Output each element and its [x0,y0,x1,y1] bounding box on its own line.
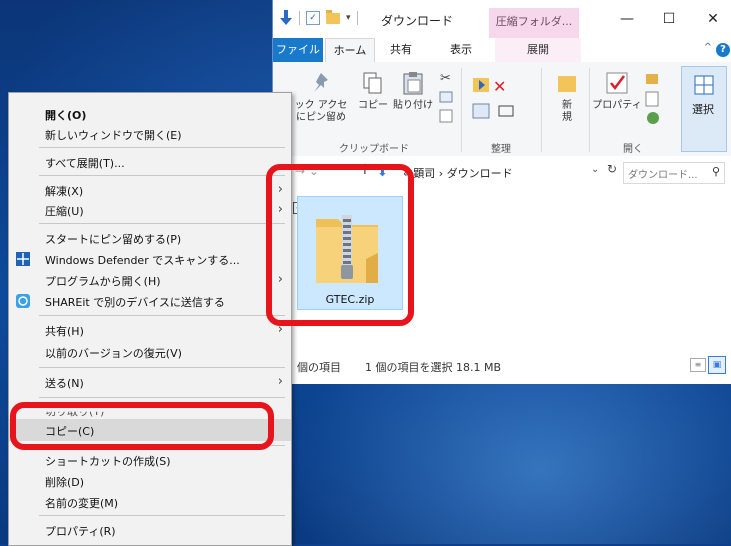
menu-item-defender-scan[interactable]: Windows Defender でスキャンする... [9,248,291,270]
menu-separator [39,223,285,224]
paste-button[interactable]: 貼り付け [391,70,435,112]
menu-item-decompress[interactable]: 解凍(X) › [9,179,291,201]
compressed-folder-tools-tab[interactable]: 圧縮フォルダ... [489,8,579,38]
copy-button[interactable]: コピー [357,70,389,112]
menu-item-properties[interactable]: プロパティ(R) [9,519,291,541]
svg-text:✂: ✂ [440,71,451,86]
address-path: « 顕司 › ダウンロード [403,167,513,180]
toolbar-separator [356,11,358,25]
menu-separator [39,515,285,516]
menu-separator [39,397,285,398]
tab-file[interactable]: ファイル [273,38,323,62]
menu-item-open-with[interactable]: プログラムから開く(H) › [9,269,291,291]
menu-separator [39,147,285,148]
windows-defender-shield-icon [16,252,30,266]
tab-home[interactable]: ホーム [325,38,375,63]
ribbon-tab-bar: ファイル ホーム 共有 表示 展開 ^ ? [273,38,731,63]
pin-to-quick-access-button[interactable]: ック アクセ にピン留め [289,70,353,124]
paste-clipboard-icon [403,72,423,95]
minimize-button[interactable]: — [615,8,639,30]
selection-info: 1 個の項目を選択 18.1 MB [365,361,502,374]
item-count: 個の項目 [297,361,341,374]
download-arrow-icon [280,10,292,25]
menu-item-delete[interactable]: 削除(D) [9,470,291,492]
close-button[interactable]: ✕ [701,8,725,30]
status-bar: 個の項目 1 個の項目を選択 18.1 MB ≡ ▣ [273,346,731,384]
submenu-arrow-icon: › [277,374,283,389]
ribbon-separator [541,68,542,152]
svg-text:✕: ✕ [493,77,506,96]
context-menu: 開く(O) 新しいウィンドウで開く(E) すべて展開(T)... 解凍(X) ›… [8,92,292,546]
address-dropdown-icon[interactable]: ⌄ [591,164,599,175]
ribbon-separator [589,68,590,152]
maximize-button[interactable]: ☐ [657,8,681,30]
tab-share[interactable]: 共有 [381,38,421,62]
menu-item-create-shortcut[interactable]: ショートカットの作成(S) [9,449,291,471]
menu-item-open[interactable]: 開く(O) [9,103,291,125]
clipboard-small-icons: ✂ [439,71,453,123]
tab-view[interactable]: 表示 [441,38,481,62]
shareit-icon [16,294,30,308]
new-folder-icon [558,76,576,92]
menu-separator [39,315,285,316]
collapse-ribbon-icon[interactable]: ^ [704,42,712,53]
properties-checkmark-icon [606,72,628,94]
select-button[interactable]: 選択 [681,66,727,152]
select-label: 選択 [692,103,714,116]
menu-separator [39,175,285,176]
organize-icons: ✕ [472,77,514,119]
toolbar-separator [299,11,300,25]
menu-separator [39,367,285,368]
menu-item-compress[interactable]: 圧縮(U) › [9,199,291,221]
menu-item-pin-to-start[interactable]: スタートにピン留めする(P) [9,227,291,249]
ribbon-home: ック アクセ にピン留め コピー 貼り付け ✂ クリップボード ✕ 整理 新 規… [273,62,731,157]
menu-item-send-to[interactable]: 送る(N) › [9,371,291,393]
pin-icon [314,73,328,92]
open-group-label: 開く [623,144,643,155]
menu-item-open-new-window[interactable]: 新しいウィンドウで開く(E) [9,123,291,145]
title-bar: ✓ ▾ ダウンロード 圧縮フォルダ... — ☐ ✕ [273,0,731,38]
menu-item-restore-previous-versions[interactable]: 以前のバージョンの復元(V) [9,341,291,363]
copy-icon [363,72,382,94]
refresh-icon[interactable]: ↻ [607,162,617,176]
ribbon-separator [461,68,462,152]
details-view-icon[interactable]: ≡ [690,358,706,372]
large-icons-view-icon[interactable]: ▣ [708,356,726,374]
properties-check-icon[interactable]: ✓ [306,11,320,25]
select-grid-icon [694,75,714,95]
properties-button[interactable]: プロパティ [591,70,643,112]
menu-item-rename[interactable]: 名前の変更(M) [9,491,291,513]
customize-toolbar-dropdown-icon[interactable]: ▾ [346,13,351,23]
new-folder-button[interactable]: 新 規 [549,70,585,124]
annotation-highlight-file [266,164,414,326]
menu-item-share[interactable]: 共有(H) › [9,319,291,341]
new-folder-icon[interactable] [326,9,340,24]
open-icons [645,74,659,124]
search-icon: ⚲ [711,165,720,178]
quick-access-toolbar: ✓ ▾ [279,9,358,26]
search-placeholder: ダウンロード... [628,170,698,181]
organize-group-label: 整理 [491,144,511,155]
search-input[interactable]: ダウンロード... ⚲ [623,162,725,184]
menu-item-shareit-send[interactable]: SHAREit で別のデバイスに送信する [9,290,291,312]
tab-extract[interactable]: 展開 [495,38,581,62]
help-icon[interactable]: ? [716,43,730,57]
annotation-highlight-copy [10,402,274,450]
clipboard-group-label: クリップボード [339,144,409,155]
window-title: ダウンロード [381,14,454,28]
menu-item-extract-all[interactable]: すべて展開(T)... [9,151,291,173]
